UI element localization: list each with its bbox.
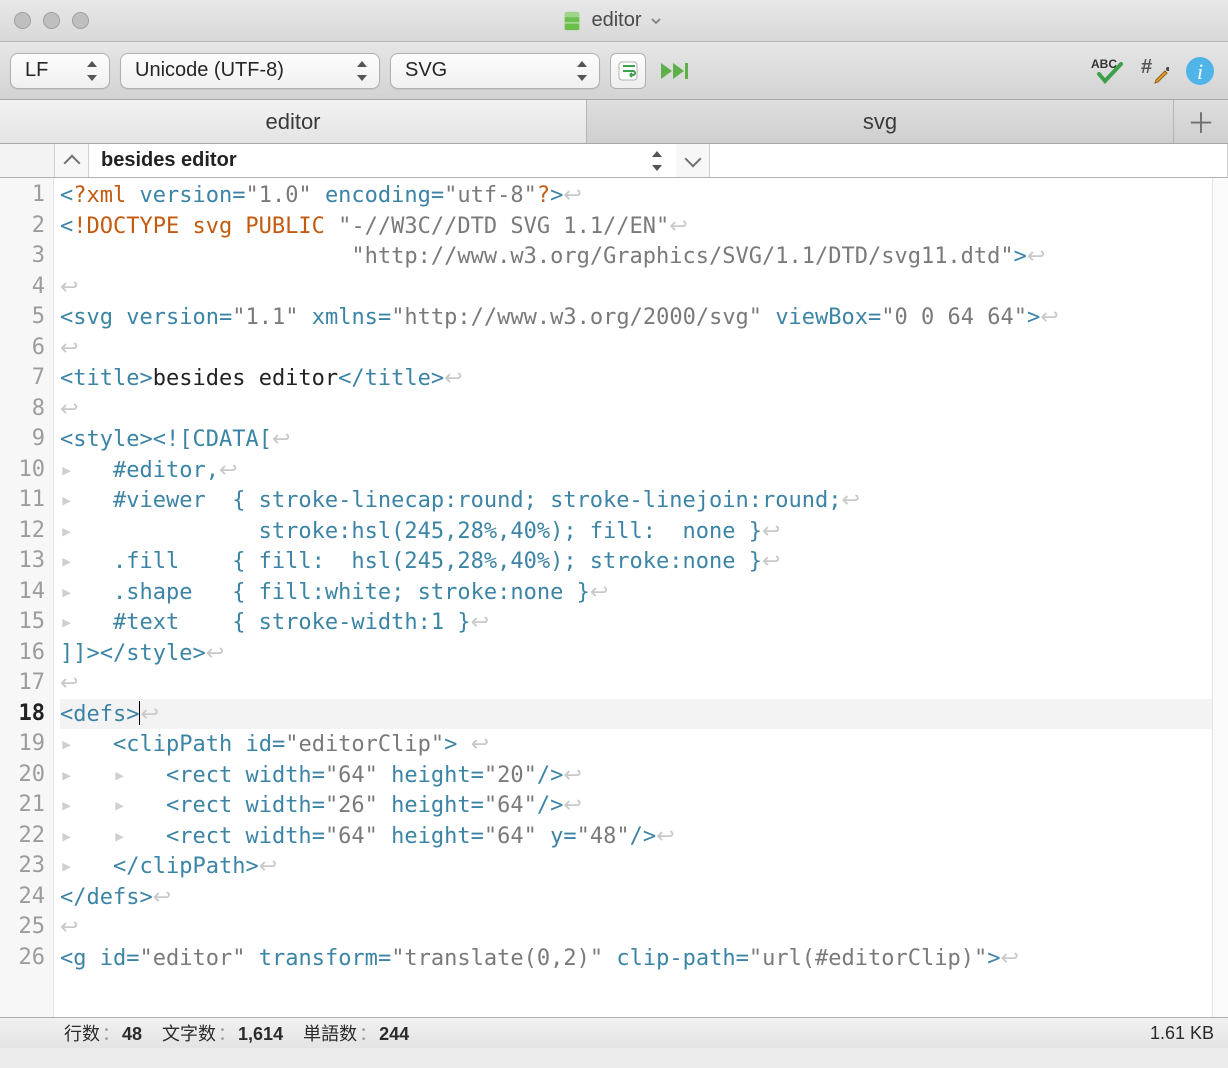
status-lines: 行数：48	[64, 1020, 142, 1046]
plus-icon: ＋	[1187, 102, 1215, 142]
svg-text:i: i	[1197, 59, 1203, 84]
document-icon	[561, 10, 583, 32]
vertical-scrollbar[interactable]	[1212, 178, 1228, 1017]
color-picker-icon: #	[1139, 56, 1169, 86]
wrap-lines-button[interactable]	[610, 53, 646, 89]
spellcheck-icon: ABC	[1091, 56, 1125, 86]
chevron-up-icon	[63, 154, 80, 171]
info-button[interactable]: i	[1182, 53, 1218, 89]
outline-label: besides editor	[101, 149, 237, 172]
stepper-icon	[652, 151, 664, 171]
titlebar: editor	[0, 0, 1228, 42]
encoding-value: Unicode (UTF-8)	[135, 59, 284, 82]
line-number-gutter[interactable]: 1234567891011121314151617181920212223242…	[0, 178, 54, 1017]
tab-bar: editor svg ＋	[0, 100, 1228, 144]
code-text-area[interactable]: <?xml version="1.0" encoding="utf-8"?>↩<…	[54, 178, 1212, 1017]
status-chars: 文字数：1,614	[162, 1020, 283, 1046]
info-icon: i	[1185, 56, 1215, 86]
outline-spacer	[710, 144, 1212, 177]
line-ending-select[interactable]: LF	[10, 53, 110, 89]
tab-editor[interactable]: editor	[0, 100, 587, 143]
svg-text:#: #	[1141, 56, 1152, 78]
tab-svg[interactable]: svg	[587, 100, 1174, 143]
stepper-icon	[357, 61, 369, 81]
window-title-text: editor	[591, 9, 641, 32]
line-ending-value: LF	[25, 59, 48, 82]
wrap-icon	[616, 59, 640, 83]
outline-prev-button[interactable]	[55, 144, 89, 177]
syntax-select[interactable]: SVG	[390, 53, 600, 89]
toolbar: LF Unicode (UTF-8) SVG ABC # i	[0, 42, 1228, 100]
play-skip-icon	[659, 59, 689, 83]
close-window-button[interactable]	[14, 12, 31, 29]
spellcheck-button[interactable]: ABC	[1090, 53, 1126, 89]
chevron-down-icon	[684, 150, 701, 167]
encoding-select[interactable]: Unicode (UTF-8)	[120, 53, 380, 89]
status-filesize: 1.61 KB	[1150, 1023, 1214, 1044]
color-picker-button[interactable]: #	[1136, 53, 1172, 89]
new-tab-button[interactable]: ＋	[1174, 100, 1228, 143]
status-bar: 行数：48 文字数：1,614 単語数：244 1.61 KB	[0, 1018, 1228, 1048]
syntax-value: SVG	[405, 59, 447, 82]
svg-text:ABC: ABC	[1091, 57, 1117, 71]
minimize-window-button[interactable]	[43, 12, 60, 29]
window-controls	[14, 12, 89, 29]
title-chevron-icon[interactable]	[650, 15, 662, 27]
outline-item-select[interactable]: besides editor	[89, 144, 676, 177]
stepper-icon	[87, 61, 99, 81]
stepper-icon	[577, 61, 589, 81]
editor-area: 1234567891011121314151617181920212223242…	[0, 178, 1228, 1018]
resume-button[interactable]	[656, 53, 692, 89]
zoom-window-button[interactable]	[72, 12, 89, 29]
outline-gutter	[0, 144, 55, 177]
outline-row: besides editor	[0, 144, 1228, 178]
outline-next-button[interactable]	[676, 144, 710, 177]
window-title: editor	[89, 9, 1134, 32]
outline-flag	[1212, 144, 1228, 177]
status-words: 単語数：244	[303, 1020, 409, 1046]
